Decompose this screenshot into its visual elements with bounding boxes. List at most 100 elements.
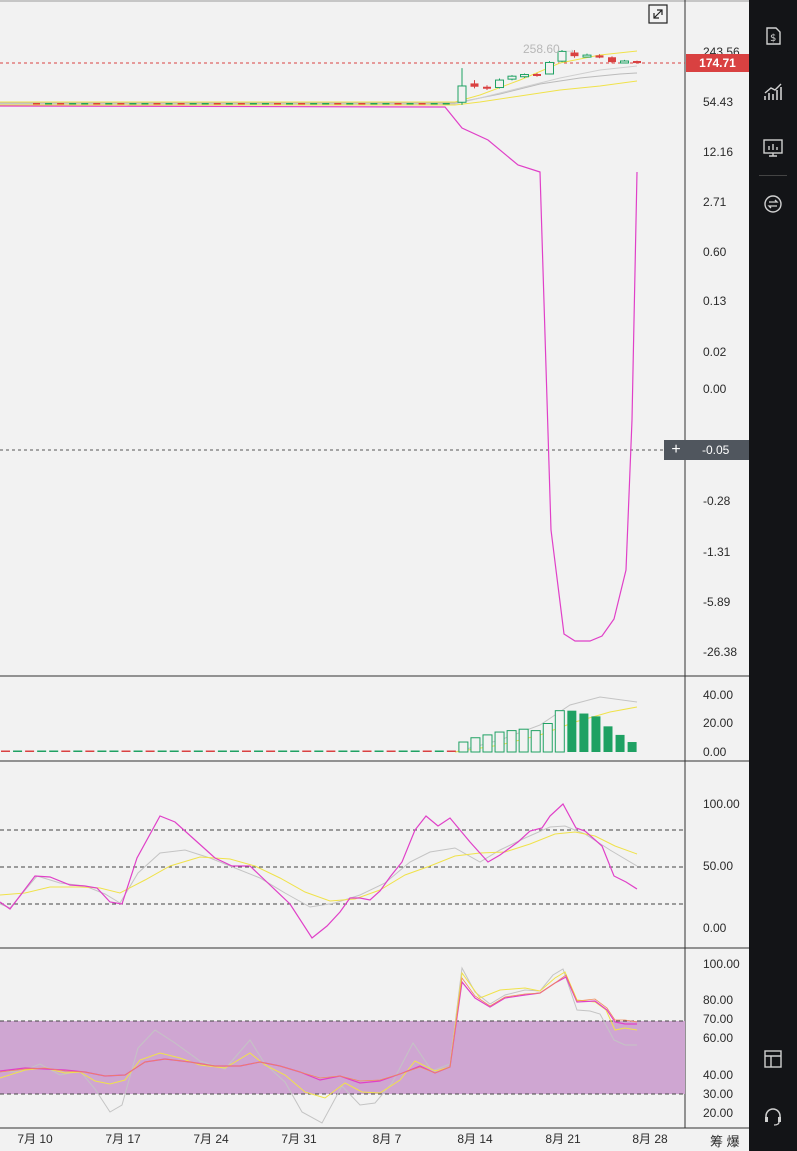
candle-body: [533, 73, 541, 76]
volume-bar: [290, 750, 300, 752]
layout-icon[interactable]: [761, 1047, 785, 1071]
volume-bar: [338, 750, 348, 752]
candle-body: [582, 54, 592, 58]
candle: [442, 103, 450, 105]
rsi-tick-label: 40.00: [703, 1068, 733, 1082]
volume-bar: [25, 750, 35, 752]
footer-label[interactable]: 筹 爆: [710, 1131, 740, 1150]
volume-bar: [458, 741, 469, 753]
volume-bar: [326, 750, 336, 752]
volume-bar: [49, 750, 59, 752]
volume-bar: [73, 750, 83, 752]
volume-bar: [314, 750, 324, 752]
candle: [370, 103, 378, 105]
price-tick-label: -1.31: [703, 545, 731, 559]
price-tick-label: 0.02: [703, 345, 727, 359]
candle: [213, 103, 221, 105]
volume-bar: [229, 750, 239, 752]
volume-bar: [542, 723, 553, 753]
candle-body: [520, 74, 529, 78]
expand-icon[interactable]: [648, 4, 668, 24]
price-tick-label: -5.89: [703, 595, 731, 609]
volume-bar: [302, 750, 312, 752]
volume-tick-label: 20.00: [703, 716, 733, 730]
price-tick-label: -0.28: [703, 494, 731, 508]
oscillator-tick-label: 0.00: [703, 921, 727, 935]
chart-canvas[interactable]: 243.5654.4312.162.710.600.130.020.00-0.0…: [0, 0, 749, 1151]
price-tick-label: 2.71: [703, 195, 727, 209]
dollar-doc-icon[interactable]: $: [761, 24, 785, 48]
rsi-tick-label: 20.00: [703, 1106, 733, 1120]
toolbar-divider: [759, 175, 787, 176]
candle: [33, 103, 40, 105]
candle-body: [620, 60, 629, 64]
candle: [141, 103, 149, 105]
candle-body: [507, 75, 517, 80]
headset-icon[interactable]: [761, 1104, 785, 1128]
volume-bar: [591, 716, 601, 752]
volume-bar: [506, 730, 517, 753]
volume-bar: [169, 750, 179, 752]
candle-body: [457, 85, 467, 103]
high-marker-arrow: →: [564, 42, 576, 56]
high-marker-label: 258.60: [523, 42, 560, 56]
volume-bar: [554, 710, 565, 753]
volume-bar: [97, 750, 107, 752]
price-tick-label: 0.00: [703, 382, 727, 396]
volume-bar: [494, 731, 505, 753]
volume-bar: [266, 750, 276, 752]
volume-bar: [193, 750, 203, 752]
volume-bar: [482, 734, 493, 753]
volume-tick-label: 0.00: [703, 745, 727, 759]
oscillator-tick-label: 50.00: [703, 859, 733, 873]
x-tick-label: 8月 7: [373, 1132, 402, 1146]
crosshair-price-tag[interactable]: + -0.05: [664, 440, 749, 460]
candle: [334, 103, 342, 105]
candle: [237, 103, 245, 105]
volume-bar: [109, 750, 119, 752]
candle: [382, 103, 390, 105]
volume-bar: [386, 750, 396, 752]
rsi-tick-label: 70.00: [703, 1012, 733, 1026]
candle: [117, 103, 125, 105]
candle-body: [608, 57, 616, 63]
volume-bar: [278, 750, 288, 752]
crosshair-price-value: -0.05: [702, 443, 730, 457]
candle-body: [545, 61, 554, 75]
candle-body: [483, 86, 491, 89]
volume-bar: [181, 750, 191, 752]
price-tick-label: 54.43: [703, 95, 733, 109]
candle: [129, 103, 137, 105]
candle: [418, 103, 426, 105]
candle: [225, 103, 233, 105]
right-toolbar: $: [749, 0, 797, 1151]
rsi-tick-label: 80.00: [703, 993, 733, 1007]
svg-text:$: $: [770, 33, 776, 44]
crosshair-plus-icon[interactable]: +: [668, 440, 684, 460]
candle-body: [495, 79, 504, 89]
volume-bar: [157, 750, 167, 752]
volume-bar: [374, 750, 384, 752]
x-tick-label: 7月 31: [281, 1132, 317, 1146]
candle: [177, 103, 185, 105]
swap-icon[interactable]: [761, 192, 785, 216]
candle: [93, 103, 101, 105]
price-tick-label: 0.60: [703, 245, 727, 259]
candle: [274, 103, 281, 105]
candle-body: [595, 55, 604, 58]
candle: [394, 103, 402, 105]
monitor-chart-icon[interactable]: [761, 136, 785, 160]
volume-bar: [567, 710, 577, 752]
volume-bar: [13, 750, 23, 752]
candle: [81, 103, 89, 105]
candle-body: [633, 60, 641, 64]
volume-bar: [446, 750, 456, 752]
volume-bar: [398, 750, 408, 752]
candle: [298, 103, 306, 105]
volume-bar: [205, 750, 215, 752]
chart-up-icon[interactable]: [761, 80, 785, 104]
candle: [189, 103, 197, 105]
volume-bar: [121, 750, 131, 752]
volume-bar: [1, 750, 10, 752]
rsi-tick-label: 60.00: [703, 1031, 733, 1045]
